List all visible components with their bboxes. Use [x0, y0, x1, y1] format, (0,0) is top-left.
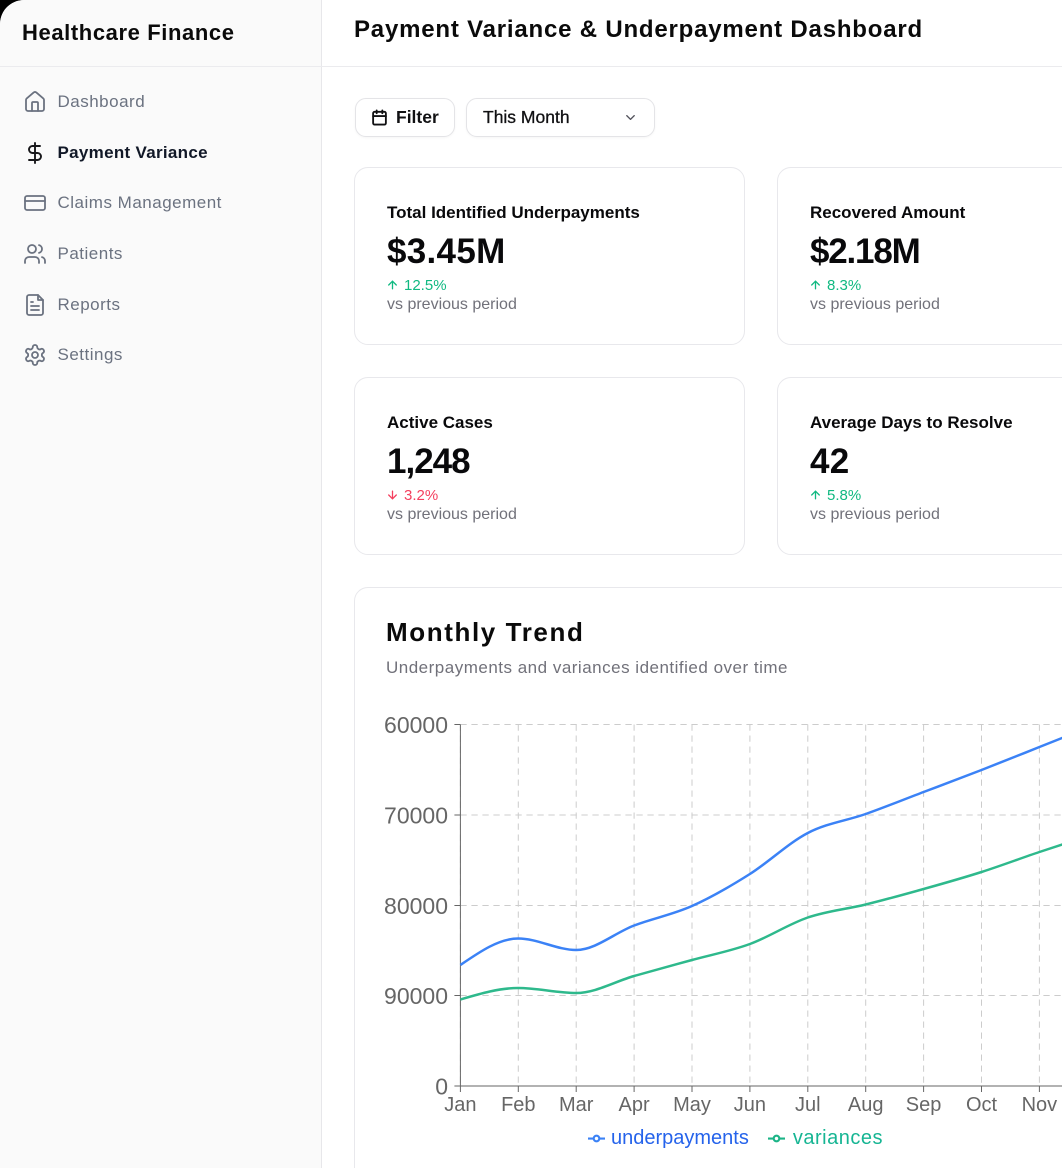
svg-text:Oct: Oct: [966, 1094, 998, 1116]
svg-text:Feb: Feb: [501, 1094, 535, 1116]
svg-text:Jan: Jan: [444, 1094, 476, 1116]
svg-text:May: May: [673, 1094, 711, 1116]
svg-text:70000: 70000: [384, 803, 448, 829]
svg-text:Jun: Jun: [734, 1094, 766, 1116]
svg-text:Sep: Sep: [906, 1094, 942, 1116]
svg-text:Nov: Nov: [1022, 1094, 1058, 1116]
svg-text:Aug: Aug: [848, 1094, 884, 1116]
svg-text:Mar: Mar: [559, 1094, 594, 1116]
svg-text:80000: 80000: [384, 893, 448, 919]
svg-text:Apr: Apr: [619, 1094, 650, 1116]
svg-text:Jul: Jul: [795, 1094, 821, 1116]
svg-text:90000: 90000: [384, 983, 448, 1009]
svg-text:60000: 60000: [384, 712, 448, 738]
